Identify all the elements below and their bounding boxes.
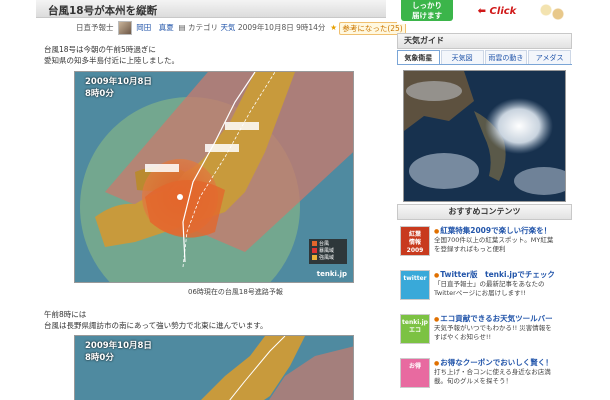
- paragraph-2: 午前8時には 台風は長野県諏訪市の南にあって強い勢力で北東に進んでいます。: [44, 309, 268, 331]
- supplement-image: [537, 2, 567, 22]
- star-icon: ★: [327, 23, 337, 32]
- satellite-graphic: [404, 71, 565, 201]
- weather-guide-header: 天気ガイド: [397, 33, 572, 49]
- helpful-button[interactable]: 参考になった(25): [339, 22, 406, 35]
- eco-toolbar-thumbnail[interactable]: tenki.jp エコ: [400, 314, 430, 344]
- bullet-icon: ●: [434, 228, 440, 235]
- autumn-leaves-thumbnail[interactable]: 紅葉 情報 2009: [400, 226, 430, 256]
- satellite-image[interactable]: [403, 70, 566, 202]
- ad-banner[interactable]: しっかり 届けます ⬅ Click: [397, 0, 572, 24]
- paragraph-line: 愛知県の知多半島付近に上陸しました。: [44, 56, 179, 65]
- item-title[interactable]: ●紅葉特集2009で楽しい行楽を！: [434, 225, 570, 236]
- list-item[interactable]: お得 ●お得なクーポンでおいしく賢く！ 打ち上げ・合コンに使える身近なお店満 載…: [397, 356, 572, 396]
- sidebar: しっかり 届けます ⬅ Click 天気ガイド 気象衛星 天気図 雨雲の動き ア…: [397, 0, 572, 400]
- article-title-bar: 台風18号が本州を縦断: [36, 0, 386, 18]
- paragraph-1: 台風18号は今朝の午前5時過ぎに 愛知県の知多半島付近に上陸しました。: [44, 44, 179, 66]
- tab-weather-chart[interactable]: 天気図: [440, 50, 484, 64]
- map-timestamp: 2009年10月8日 8時0分: [85, 77, 152, 99]
- bullet-icon: ●: [434, 316, 440, 323]
- list-item[interactable]: 紅葉 情報 2009 ●紅葉特集2009で楽しい行楽を！ 全国700件以上の紅葉…: [397, 224, 572, 264]
- author-link[interactable]: 岡田 真夏: [136, 21, 174, 35]
- item-text: 打ち上げ・合コンに使える身近なお店満 載。旬のグルメを探そう！: [434, 368, 551, 385]
- map-brand: tenki.jp: [316, 270, 347, 278]
- article: 台風18号が本州を縦断 日直予報士 岡田 真夏 ▤ カテゴリ 天気 2009年1…: [36, 0, 406, 400]
- category-label: カテゴリ: [188, 23, 219, 32]
- paragraph-line: 台風18号は今朝の午前5時過ぎに: [44, 45, 156, 54]
- twitter-thumbnail[interactable]: twitter: [400, 270, 430, 300]
- bullet-icon: ●: [434, 272, 440, 279]
- recommend-header: おすすめコンテンツ: [397, 204, 572, 220]
- tab-rain-clouds[interactable]: 雨雲の動き: [484, 50, 528, 64]
- typhoon-forecast-map[interactable]: 2009年10月8日 8時0分 台風 暴風域 強風域 tenki.jp: [74, 71, 354, 283]
- article-meta: 日直予報士 岡田 真夏 ▤ カテゴリ 天気 2009年10月8日 9時14分 ★…: [76, 21, 406, 37]
- list-item[interactable]: tenki.jp エコ ●エコ貢献できるお天気ツールバー 天気予報がいつでもわか…: [397, 312, 572, 352]
- banner-click-button[interactable]: ⬅ Click: [457, 3, 537, 21]
- list-item[interactable]: twitter ●Twitter版 tenki.jpでチェック 「日直予報士」の…: [397, 268, 572, 308]
- weather-tabs: 気象衛星 天気図 雨雲の動き アメダス: [397, 50, 572, 65]
- author-role: 日直予報士: [76, 23, 114, 32]
- folder-icon: ▤: [176, 23, 186, 32]
- tab-satellite[interactable]: 気象衛星: [397, 50, 440, 64]
- post-datetime: 2009年10月8日 9時14分: [237, 23, 326, 32]
- bullet-icon: ●: [434, 360, 440, 367]
- paragraph-line: 午前8時には: [44, 310, 87, 319]
- arrow-left-icon: ⬅: [477, 6, 487, 17]
- map-caption: 06時現在の台風18号進路予報: [188, 288, 283, 296]
- item-text: 「日直予報士」の最新記事をあなたの Twitterページにお届けします!!: [434, 280, 545, 297]
- paragraph-line: 台風は長野県諏訪市の南にあって強い勢力で北東に進んでいます。: [44, 321, 268, 330]
- article-title: 台風18号が本州を縦断: [48, 5, 158, 17]
- item-title[interactable]: ●エコ貢献できるお天気ツールバー: [434, 313, 570, 324]
- item-title[interactable]: ●Twitter版 tenki.jpでチェック: [434, 269, 570, 280]
- tab-amedas[interactable]: アメダス: [528, 50, 571, 64]
- typhoon-map-2[interactable]: 2009年10月8日 8時0分: [74, 335, 354, 400]
- map-timestamp: 2009年10月8日 8時0分: [85, 341, 152, 363]
- category-link[interactable]: 天気: [220, 21, 235, 35]
- item-text: 天気予報がいつでもわかる!! 災害情報を すばやくお知らせ!!: [434, 324, 552, 341]
- item-title[interactable]: ●お得なクーポンでおいしく賢く！: [434, 357, 570, 368]
- item-text: 全国700件以上の紅葉スポット。MY紅葉 を登録すればもっと便利: [434, 236, 554, 253]
- author-avatar[interactable]: [117, 21, 132, 35]
- coupon-thumbnail[interactable]: お得: [400, 358, 430, 388]
- banner-label: しっかり 届けます: [401, 0, 453, 21]
- map-legend: 台風 暴風域 強風域: [309, 239, 347, 264]
